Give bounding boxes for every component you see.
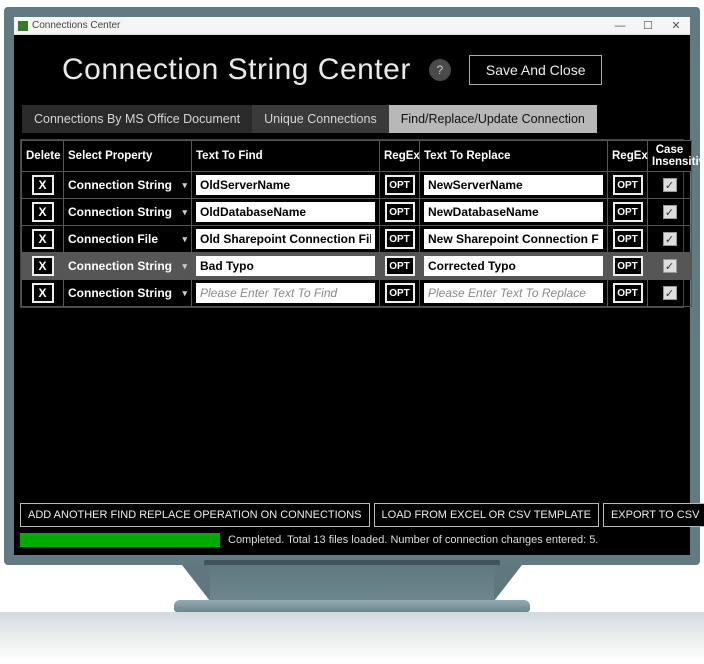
text-to-replace-input[interactable] bbox=[424, 256, 603, 276]
col-regex-find: RegEx bbox=[380, 141, 420, 172]
col-text-to-replace: Text To Replace bbox=[420, 141, 608, 172]
footer-button-row: ADD ANOTHER FIND REPLACE OPERATION ON CO… bbox=[20, 503, 684, 527]
property-value: Connection String bbox=[68, 178, 172, 192]
property-value: Connection String bbox=[68, 259, 172, 273]
delete-row-button[interactable]: X bbox=[32, 229, 54, 249]
text-to-replace-input[interactable] bbox=[424, 283, 603, 303]
property-dropdown[interactable]: Connection String ▾ bbox=[68, 178, 187, 192]
load-template-button[interactable]: LOAD FROM EXCEL OR CSV TEMPLATE bbox=[374, 503, 599, 527]
case-insensitive-checkbox[interactable]: ✓ bbox=[663, 259, 677, 273]
header-row: Delete Select Property Text To Find RegE… bbox=[22, 141, 692, 172]
property-value: Connection String bbox=[68, 205, 172, 219]
find-replace-grid: Delete Select Property Text To Find RegE… bbox=[20, 139, 684, 308]
tab-bar: Connections By MS Office Document Unique… bbox=[18, 105, 686, 133]
regex-replace-button[interactable]: OPT bbox=[613, 256, 643, 276]
col-regex-replace: RegEx bbox=[608, 141, 648, 172]
window-titlebar: Connections Center — ☐ ✕ bbox=[14, 17, 690, 35]
chevron-down-icon: ▾ bbox=[182, 180, 187, 191]
app-body: Connection String Center ? Save And Clos… bbox=[14, 35, 690, 555]
case-insensitive-checkbox[interactable]: ✓ bbox=[663, 205, 677, 219]
regex-find-button[interactable]: OPT bbox=[385, 283, 415, 303]
footer: ADD ANOTHER FIND REPLACE OPERATION ON CO… bbox=[18, 501, 686, 551]
spacer bbox=[18, 308, 686, 501]
property-dropdown[interactable]: Connection String ▾ bbox=[68, 259, 187, 273]
window-title: Connections Center bbox=[32, 20, 120, 31]
text-to-find-input[interactable] bbox=[196, 229, 375, 249]
screen: Connections Center — ☐ ✕ Connection Stri… bbox=[14, 17, 690, 555]
progress-bar bbox=[20, 533, 220, 547]
chevron-down-icon: ▾ bbox=[182, 234, 187, 245]
col-select-property: Select Property bbox=[64, 141, 192, 172]
export-csv-button[interactable]: EXPORT TO CSV bbox=[603, 503, 704, 527]
desk-reflection bbox=[0, 612, 704, 660]
regex-replace-button[interactable]: OPT bbox=[613, 283, 643, 303]
text-to-replace-input[interactable] bbox=[424, 175, 603, 195]
text-to-find-input[interactable] bbox=[196, 283, 375, 303]
delete-row-button[interactable]: X bbox=[32, 202, 54, 222]
header: Connection String Center ? Save And Clos… bbox=[18, 39, 686, 105]
table-row: X Connection String ▾ OPT OPT ✓ bbox=[22, 280, 692, 307]
regex-find-button[interactable]: OPT bbox=[385, 202, 415, 222]
regex-find-button[interactable]: OPT bbox=[385, 229, 415, 249]
help-icon[interactable]: ? bbox=[429, 59, 451, 81]
table-row: X Connection String ▾ OPT OPT ✓ bbox=[22, 253, 692, 280]
text-to-find-input[interactable] bbox=[196, 256, 375, 276]
status-text: Completed. Total 13 files loaded. Number… bbox=[228, 534, 598, 546]
col-case-insensitive: Case Insensitive bbox=[648, 141, 692, 172]
status-bar: Completed. Total 13 files loaded. Number… bbox=[20, 531, 684, 549]
maximize-button[interactable]: ☐ bbox=[634, 17, 662, 35]
col-delete: Delete bbox=[22, 141, 64, 172]
chevron-down-icon: ▾ bbox=[182, 261, 187, 272]
chevron-down-icon: ▾ bbox=[182, 207, 187, 218]
col-text-to-find: Text To Find bbox=[192, 141, 380, 172]
monitor-bezel: Connections Center — ☐ ✕ Connection Stri… bbox=[4, 7, 700, 565]
property-dropdown[interactable]: Connection String ▾ bbox=[68, 286, 187, 300]
table-row: X Connection File ▾ OPT OPT ✓ bbox=[22, 226, 692, 253]
property-value: Connection String bbox=[68, 286, 172, 300]
case-insensitive-checkbox[interactable]: ✓ bbox=[663, 232, 677, 246]
property-dropdown[interactable]: Connection String ▾ bbox=[68, 205, 187, 219]
text-to-find-input[interactable] bbox=[196, 202, 375, 222]
chevron-down-icon: ▾ bbox=[182, 288, 187, 299]
text-to-replace-input[interactable] bbox=[424, 229, 603, 249]
case-insensitive-checkbox[interactable]: ✓ bbox=[663, 286, 677, 300]
regex-find-button[interactable]: OPT bbox=[385, 256, 415, 276]
regex-find-button[interactable]: OPT bbox=[385, 175, 415, 195]
minimize-button[interactable]: — bbox=[606, 17, 634, 35]
window-controls: — ☐ ✕ bbox=[606, 17, 690, 35]
property-value: Connection File bbox=[68, 232, 158, 246]
save-and-close-button[interactable]: Save And Close bbox=[469, 55, 603, 85]
table-row: X Connection String ▾ OPT OPT ✓ bbox=[22, 172, 692, 199]
close-window-button[interactable]: ✕ bbox=[662, 17, 690, 35]
regex-replace-button[interactable]: OPT bbox=[613, 202, 643, 222]
text-to-replace-input[interactable] bbox=[424, 202, 603, 222]
regex-replace-button[interactable]: OPT bbox=[613, 175, 643, 195]
grid-table: Delete Select Property Text To Find RegE… bbox=[21, 140, 692, 307]
delete-row-button[interactable]: X bbox=[32, 256, 54, 276]
regex-replace-button[interactable]: OPT bbox=[613, 229, 643, 249]
monitor-stand-base bbox=[174, 600, 530, 612]
property-dropdown[interactable]: Connection File ▾ bbox=[68, 232, 187, 246]
add-operation-button[interactable]: ADD ANOTHER FIND REPLACE OPERATION ON CO… bbox=[20, 503, 370, 527]
case-insensitive-checkbox[interactable]: ✓ bbox=[663, 178, 677, 192]
delete-row-button[interactable]: X bbox=[32, 283, 54, 303]
table-row: X Connection String ▾ OPT OPT ✓ bbox=[22, 199, 692, 226]
delete-row-button[interactable]: X bbox=[32, 175, 54, 195]
page-title: Connection String Center bbox=[62, 53, 411, 87]
tab-connections-by-document[interactable]: Connections By MS Office Document bbox=[22, 105, 252, 133]
text-to-find-input[interactable] bbox=[196, 175, 375, 195]
monitor-stand-neck bbox=[210, 565, 494, 601]
tab-unique-connections[interactable]: Unique Connections bbox=[252, 105, 389, 133]
tab-find-replace-update[interactable]: Find/Replace/Update Connection bbox=[389, 105, 597, 133]
app-icon bbox=[18, 21, 28, 31]
